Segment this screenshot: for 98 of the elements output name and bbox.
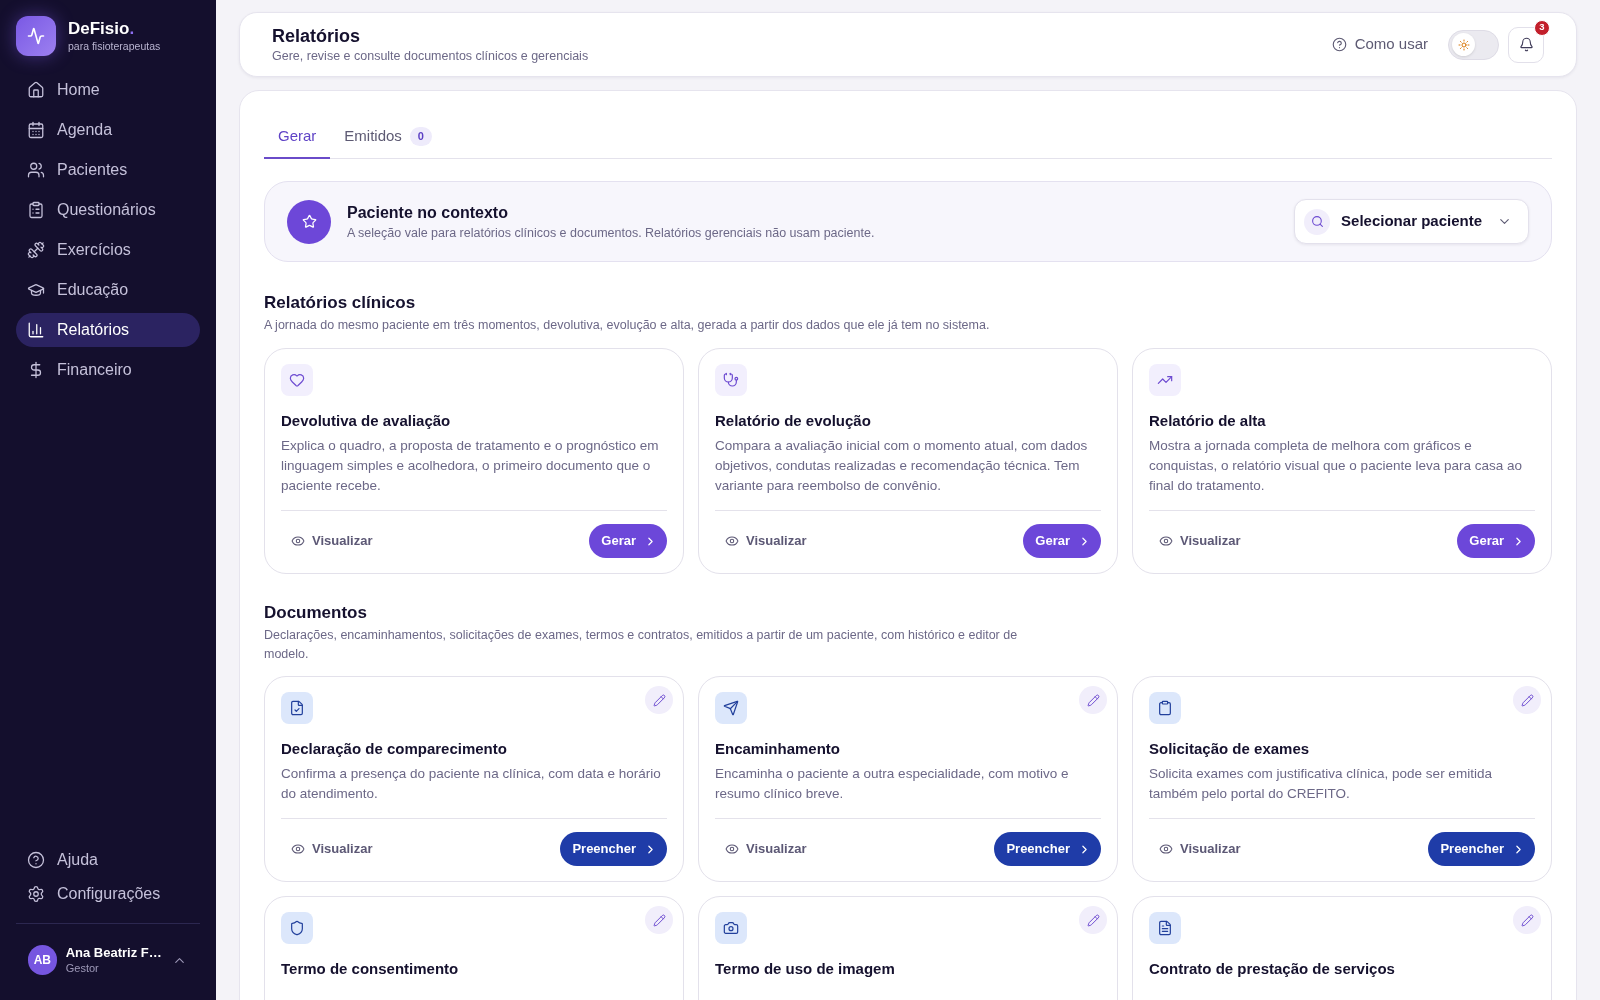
eye-icon (725, 534, 739, 548)
card-description: Mostra a jornada completa de melhora com gráficos e conquistas, o relatório visual que o paciente leva para casa ao final do tratamento. (1149, 437, 1523, 495)
fill-button[interactable]: Preencher (560, 832, 667, 866)
clipboard-icon (1149, 692, 1181, 724)
search-icon (1304, 208, 1331, 235)
trending-up-icon (1149, 364, 1181, 396)
edit-button[interactable] (1513, 906, 1541, 934)
document-icon (1149, 912, 1181, 944)
generate-button[interactable]: Gerar (1457, 524, 1535, 558)
fill-button[interactable]: Preencher (1428, 832, 1535, 866)
page-title: Relatórios (272, 24, 362, 47)
dumbbell-icon (27, 241, 45, 259)
card-title: Termo de uso de imagem (715, 959, 896, 979)
nav-item[interactable]: Configurações (16, 879, 200, 909)
view-button[interactable]: Visualizar (281, 832, 383, 866)
edit-button[interactable] (645, 686, 673, 714)
edit-button[interactable] (1513, 686, 1541, 714)
pencil-icon (652, 913, 666, 927)
section-title: Documentos (264, 602, 368, 624)
patient-select[interactable]: Selecionar paciente (1294, 199, 1529, 244)
send-icon (715, 692, 747, 724)
context-title: Paciente no contexto (347, 202, 509, 223)
view-button[interactable]: Visualizar (1149, 524, 1251, 558)
card-title: Termo de consentimento (281, 959, 460, 979)
view-button[interactable]: Visualizar (715, 524, 817, 558)
notification-badge: 3 (1534, 19, 1550, 36)
nav-item[interactable]: Questionários (16, 193, 200, 227)
card-description: Solicita exames com justificativa clínica, pode ser emitida também pelo portal do CREFITO. (1149, 765, 1493, 803)
eye-icon (291, 842, 305, 856)
card-title: Encaminhamento (715, 739, 842, 759)
logo-icon (16, 16, 56, 56)
eye-icon (1159, 842, 1173, 856)
card-title: Contrato de prestação de serviços (1149, 959, 1396, 979)
user-name: Ana Beatriz F… (65, 944, 162, 961)
view-button[interactable]: Visualizar (281, 524, 383, 558)
brand-name: DeFisio. (68, 19, 136, 39)
card-title: Devolutiva de avaliação (281, 411, 452, 431)
edit-button[interactable] (1079, 906, 1107, 934)
graduation-cap-icon (27, 281, 45, 299)
calendar-icon (27, 121, 45, 139)
eye-icon (291, 534, 305, 548)
user-avatar: AB (28, 945, 57, 975)
card-description: Encaminha o paciente a outra especialidade, com motivo e resumo clínico breve. (715, 765, 1070, 803)
card-title: Declaração de comparecimento (281, 739, 508, 759)
theme-toggle[interactable] (1448, 29, 1499, 60)
generate-button[interactable]: Gerar (589, 524, 667, 558)
pencil-icon (652, 693, 666, 707)
help-link[interactable]: Como usar (1331, 33, 1428, 56)
context-description: A seleção vale para relatórios clínicos e documentos. Relatórios gerenciais não usam paciente. (347, 224, 875, 242)
tab[interactable]: Emitidos 0 (330, 115, 446, 159)
house-icon (27, 81, 45, 99)
stethoscope-icon (715, 364, 747, 396)
nav-item[interactable]: Ajuda (16, 845, 200, 875)
card-description: Explica o quadro, a proposta de tratamento e o prognóstico em linguagem simples e acolhedora, o primeiro documento que o paciente recebe. (281, 437, 660, 495)
card-title: Relatório de evolução (715, 411, 872, 431)
card-description: Compara a avaliação inicial com o momento atual, com dados objetivos, condutas realizadas e recomendação técnica. Tem variante para reembolso de convênio. (715, 437, 1089, 495)
section-description: Declarações, encaminhamentos, solicitações de exames, termos e contratos, emitidos a partir de um paciente, com histórico e editor de modelo. (264, 627, 1019, 663)
nav-item[interactable]: Educação (16, 273, 200, 307)
file-check-icon (281, 692, 313, 724)
pencil-icon (1520, 693, 1534, 707)
generate-button[interactable]: Gerar (1023, 524, 1101, 558)
notifications-button[interactable] (1508, 26, 1544, 63)
pencil-icon (1086, 913, 1100, 927)
clipboard-list-icon (27, 201, 45, 219)
edit-button[interactable] (1079, 686, 1107, 714)
card-title: Solicitação de exames (1149, 739, 1311, 759)
brand-tagline: para fisioterapeutas (68, 39, 161, 53)
sun-icon (1457, 38, 1470, 51)
card-title: Relatório de alta (1149, 411, 1267, 431)
nav-item[interactable]: Relatórios (16, 313, 200, 347)
pencil-icon (1520, 913, 1534, 927)
bell-icon (1518, 37, 1534, 52)
user-role: Gestor (65, 961, 100, 976)
nav-item[interactable]: Pacientes (16, 153, 200, 187)
bar-chart-icon (27, 321, 45, 339)
eye-icon (725, 842, 739, 856)
shield-icon (281, 912, 313, 944)
help-icon (27, 851, 45, 869)
nav-item[interactable]: Home (16, 73, 200, 107)
nav-item[interactable]: Agenda (16, 113, 200, 147)
tab[interactable]: Gerar (264, 115, 331, 159)
view-button[interactable]: Visualizar (715, 832, 817, 866)
nav-item[interactable]: Exercícios (16, 233, 200, 267)
edit-button[interactable] (645, 906, 673, 934)
count-badge: 0 (409, 126, 432, 146)
view-button[interactable]: Visualizar (1149, 832, 1251, 866)
settings-icon (27, 885, 45, 903)
users-icon (27, 161, 45, 179)
pencil-icon (1086, 693, 1100, 707)
eye-icon (1159, 534, 1173, 548)
section-title: Relatórios clínicos (264, 292, 417, 314)
card-description: Confirma a presença do paciente na clínica, com data e horário do atendimento. (281, 765, 662, 803)
help-icon (1331, 37, 1347, 52)
section-description: A jornada do mesmo paciente em três momentos, devolutiva, evolução e alta, gerada a partir dos dados que ele já tem no sistema. (264, 317, 991, 334)
nav-item[interactable]: Financeiro (16, 353, 200, 387)
page-subtitle: Gere, revise e consulte documentos clínicos e gerenciais (272, 47, 589, 65)
fill-button[interactable]: Preencher (994, 832, 1101, 866)
camera-icon (715, 912, 747, 944)
